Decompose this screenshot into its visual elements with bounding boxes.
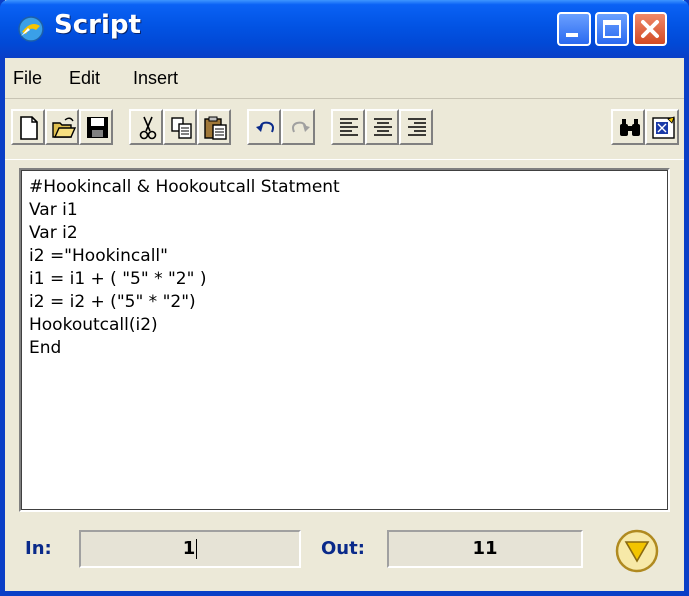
code-line: End bbox=[29, 338, 62, 358]
align-right-icon bbox=[408, 118, 426, 136]
copy-icon bbox=[171, 117, 192, 139]
window-title: Script bbox=[54, 10, 141, 40]
code-line: Var i2 bbox=[29, 223, 78, 243]
close-button[interactable] bbox=[633, 12, 667, 46]
script-editor[interactable]: #Hookincall & Hookoutcall Statment Var i… bbox=[19, 168, 670, 512]
align-left-button[interactable] bbox=[331, 109, 365, 145]
code-line: i1 = i1 + ( "5" * "2" ) bbox=[29, 269, 207, 289]
paste-icon bbox=[204, 116, 227, 140]
script-app-icon bbox=[18, 16, 44, 42]
code-line: i2 = i2 + ("5" * "2") bbox=[29, 292, 196, 312]
open-button[interactable] bbox=[45, 109, 79, 145]
redo-button[interactable] bbox=[281, 109, 315, 145]
open-folder-icon bbox=[52, 117, 77, 138]
new-button[interactable] bbox=[11, 109, 45, 145]
minimize-button[interactable] bbox=[557, 12, 591, 46]
menu-bar: File Edit Insert bbox=[5, 58, 684, 99]
menu-file[interactable]: File bbox=[13, 68, 42, 89]
save-disk-icon bbox=[87, 117, 108, 138]
toolbar bbox=[5, 99, 684, 160]
cut-button[interactable] bbox=[129, 109, 163, 145]
text-cursor bbox=[196, 539, 198, 559]
align-left-icon bbox=[340, 118, 358, 136]
code-line: #Hookincall & Hookoutcall Statment bbox=[29, 177, 340, 197]
down-arrow-icon bbox=[615, 529, 659, 573]
wizard-button[interactable] bbox=[645, 109, 679, 145]
code-line: Hookoutcall(i2) bbox=[29, 315, 158, 335]
minimize-icon bbox=[566, 33, 578, 37]
save-button[interactable] bbox=[79, 109, 113, 145]
new-document-icon bbox=[20, 116, 38, 140]
run-button[interactable] bbox=[614, 528, 660, 574]
align-center-icon bbox=[374, 118, 392, 136]
code-line: Var i1 bbox=[29, 200, 78, 220]
in-value: 1 bbox=[182, 538, 196, 559]
copy-button[interactable] bbox=[163, 109, 197, 145]
align-right-button[interactable] bbox=[399, 109, 433, 145]
undo-button[interactable] bbox=[247, 109, 281, 145]
out-label: Out: bbox=[321, 538, 365, 559]
close-icon bbox=[641, 20, 659, 38]
maximize-icon bbox=[603, 20, 621, 38]
in-field[interactable]: 1 bbox=[79, 530, 301, 568]
menu-edit[interactable]: Edit bbox=[69, 68, 100, 89]
undo-icon bbox=[256, 121, 274, 133]
out-field: 11 bbox=[387, 530, 583, 568]
script-window: Script File Edit Insert #Hookincall & Ho… bbox=[0, 0, 689, 596]
redo-icon bbox=[292, 121, 310, 133]
maximize-button[interactable] bbox=[595, 12, 629, 46]
code-line: i2 ="Hookincall" bbox=[29, 246, 168, 266]
paste-button[interactable] bbox=[197, 109, 231, 145]
cut-scissors-icon bbox=[139, 116, 157, 140]
find-binoculars-icon bbox=[620, 119, 640, 136]
find-button[interactable] bbox=[611, 109, 645, 145]
out-value: 11 bbox=[472, 538, 498, 559]
menu-insert[interactable]: Insert bbox=[133, 68, 178, 89]
script-wizard-icon bbox=[652, 116, 675, 139]
title-bar[interactable]: Script bbox=[0, 0, 689, 58]
status-bar: In: 1 Out: 11 bbox=[5, 518, 684, 586]
align-center-button[interactable] bbox=[365, 109, 399, 145]
in-label: In: bbox=[25, 538, 52, 559]
